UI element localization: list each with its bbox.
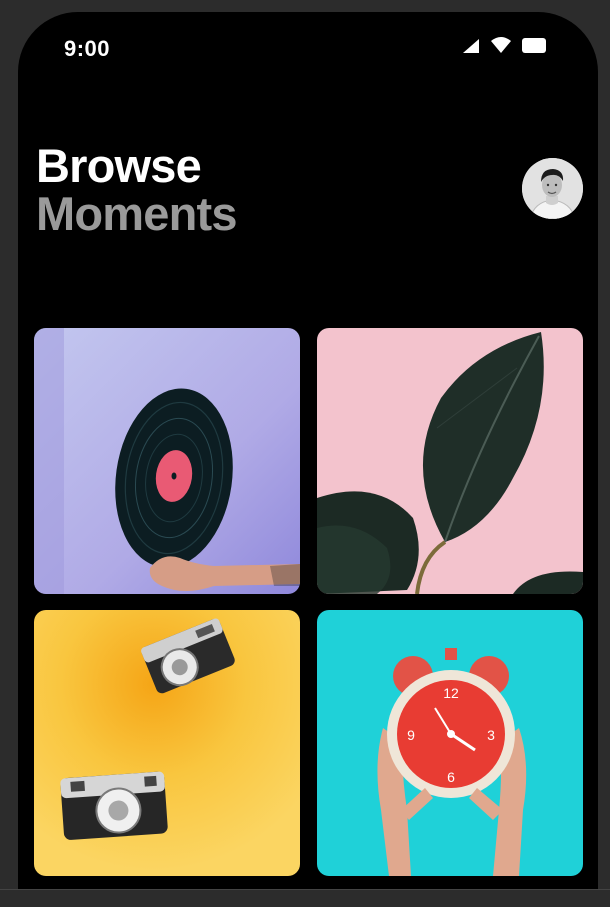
- title-line-moments: Moments: [36, 187, 238, 240]
- battery-icon: [522, 38, 546, 53]
- phone-screen: 9:00 Browse Moments 12 6 9 3: [18, 12, 598, 907]
- moment-tile-cameras[interactable]: [34, 610, 300, 876]
- moment-tile-clock[interactable]: 12 6 9 3: [317, 610, 583, 876]
- signal-icon: [463, 38, 479, 53]
- avatar[interactable]: [522, 158, 583, 219]
- plant-leaf-image: [317, 328, 583, 594]
- moment-tile-vinyl[interactable]: [34, 328, 300, 594]
- status-icons: [462, 37, 546, 54]
- avatar-image: [522, 158, 583, 219]
- cameras-image: [34, 610, 300, 876]
- page-title: Browse Moments: [36, 139, 238, 240]
- wifi-icon: [491, 37, 511, 53]
- moment-tile-plant[interactable]: [317, 328, 583, 594]
- svg-text:3: 3: [487, 727, 495, 743]
- svg-text:9: 9: [407, 727, 415, 743]
- status-bar: 9:00: [18, 12, 598, 84]
- bottom-bar: [0, 889, 610, 907]
- moments-grid: 12 6 9 3: [34, 328, 583, 876]
- title-line-browse: Browse: [36, 139, 202, 192]
- alarm-clock-image: 12 6 9 3: [317, 610, 583, 876]
- svg-text:12: 12: [443, 685, 459, 701]
- vinyl-record-image: [34, 328, 300, 594]
- status-time: 9:00: [64, 36, 111, 61]
- svg-text:6: 6: [447, 769, 455, 785]
